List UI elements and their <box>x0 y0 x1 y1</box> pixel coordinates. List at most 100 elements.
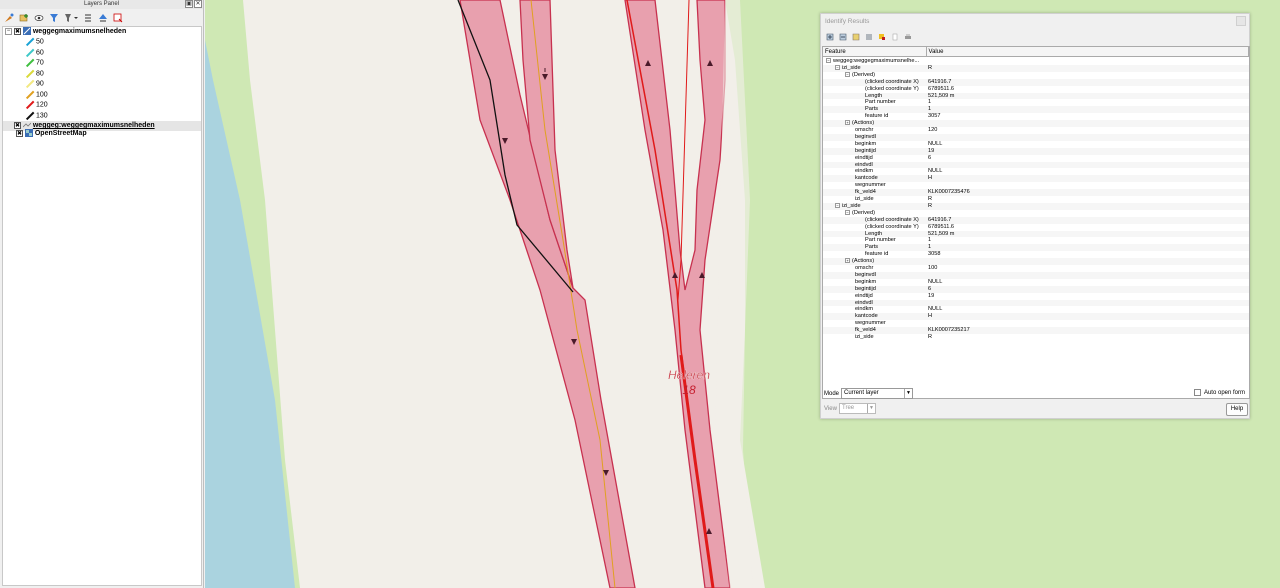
auto-open-form-checkbox[interactable]: Auto open form <box>1193 389 1245 397</box>
attribute-row[interactable]: omschr 120 <box>823 127 1249 134</box>
visibility-icon[interactable] <box>34 13 44 23</box>
collapse-tree-icon[interactable] <box>839 33 847 41</box>
derived-attribute-row[interactable]: (clicked coordinate X) 641916.7 <box>823 216 1249 224</box>
derived-attribute-row[interactable]: Part number 1 <box>823 99 1249 106</box>
attribute-row[interactable]: wegnummer <box>823 182 1249 189</box>
attribute-row[interactable]: begintijd 6 <box>823 285 1249 293</box>
attribute-row[interactable]: izi_side R <box>823 334 1249 341</box>
layer-visibility-checkbox[interactable] <box>13 121 21 131</box>
feature-text: izi_side <box>855 334 874 340</box>
remove-layer-icon[interactable] <box>113 13 123 23</box>
chevron-down-icon: ▼ <box>904 389 912 398</box>
attribute-row[interactable]: beginkm NULL <box>823 279 1249 286</box>
collapse-icon[interactable]: − <box>835 202 840 208</box>
collapse-all-icon[interactable] <box>98 13 108 23</box>
expand-icon[interactable]: + <box>845 258 850 264</box>
attribute-row[interactable]: omschr 100 <box>823 265 1249 272</box>
expand-new-icon[interactable] <box>852 33 860 41</box>
clear-results-icon[interactable] <box>865 33 873 41</box>
value-cell: H <box>928 313 933 320</box>
derived-attribute-row[interactable]: feature id 3057 <box>823 113 1249 120</box>
feature-text: (clicked coordinate Y) <box>865 223 919 230</box>
derived-group-row[interactable]: − (Derived) <box>823 210 1249 217</box>
attribute-row[interactable]: eindtijd 6 <box>823 155 1249 162</box>
feature-text: (clicked coordinate Y) <box>865 85 919 92</box>
mode-select[interactable]: Current layer ▼ <box>841 388 913 399</box>
layer-item-openstreetmap[interactable]: OpenStreetMap <box>5 129 87 139</box>
collapse-icon[interactable]: − <box>845 209 850 215</box>
attribute-row[interactable]: eindkm NULL <box>823 168 1249 175</box>
copy-icon[interactable] <box>891 33 899 41</box>
feature-text: (Derived) <box>852 71 876 78</box>
close-panel-button[interactable]: ✕ <box>194 0 202 8</box>
feature-cell: Length <box>865 231 882 238</box>
highlight-icon[interactable] <box>878 33 886 41</box>
collapse-icon[interactable]: − <box>835 64 840 70</box>
attribute-row[interactable]: kantcode H <box>823 313 1249 321</box>
column-header-value[interactable]: Value <box>927 47 1249 57</box>
derived-attribute-row[interactable]: (clicked coordinate X) 641916.7 <box>823 78 1249 86</box>
layer-visibility-checkbox[interactable] <box>13 27 21 37</box>
attribute-row[interactable]: begintijd 19 <box>823 147 1249 155</box>
add-group-icon[interactable] <box>19 13 29 23</box>
close-button[interactable] <box>1236 16 1246 26</box>
derived-attribute-row[interactable]: Parts 1 <box>823 106 1249 114</box>
attribute-row[interactable]: eindvdl <box>823 299 1249 307</box>
feature-cell: eindtijd <box>855 155 873 162</box>
derived-attribute-row[interactable]: feature id 3058 <box>823 251 1249 258</box>
layer-item-weggegmaximumsnelheden[interactable]: − weggegmaximumsnelheden <box>5 27 126 37</box>
filter-legend-icon[interactable] <box>64 13 78 23</box>
attribute-row[interactable]: fk_veld4 KLK0007235476 <box>823 189 1249 196</box>
derived-group-row[interactable]: − (Derived) <box>823 72 1249 79</box>
derived-attribute-row[interactable]: Part number 1 <box>823 237 1249 244</box>
view-select[interactable]: Tree ▼ <box>839 403 876 414</box>
line-layer-icon <box>22 27 31 36</box>
collapse-icon[interactable]: − <box>845 71 850 77</box>
actions-group-row[interactable]: + (Actions) <box>823 258 1249 265</box>
feature-cell: − izi_side <box>835 65 861 72</box>
feature-cell: fk_veld4 <box>855 189 876 196</box>
attribute-row[interactable]: eindkm NULL <box>823 306 1249 313</box>
layers-tree[interactable]: − weggegmaximumsnelheden 50 60 70 80 90 … <box>2 26 202 586</box>
expand-tree-icon[interactable] <box>826 33 834 41</box>
help-button[interactable]: Help <box>1226 403 1248 416</box>
derived-attribute-row[interactable]: (clicked coordinate Y) 6789511.6 <box>823 224 1249 231</box>
attribute-row[interactable]: eindvdl <box>823 161 1249 169</box>
layer-name: OpenStreetMap <box>34 130 87 137</box>
derived-attribute-row[interactable]: Length 521,509 m <box>823 92 1249 100</box>
attribute-row[interactable]: fk_veld4 KLK0007235217 <box>823 327 1249 334</box>
filter-icon[interactable] <box>49 13 59 23</box>
derived-attribute-row[interactable]: Parts 1 <box>823 244 1249 252</box>
checkbox-box[interactable] <box>1193 389 1201 396</box>
attribute-row[interactable]: beginkm NULL <box>823 141 1249 148</box>
attribute-row[interactable]: eindtijd 19 <box>823 293 1249 300</box>
attribute-row[interactable]: beginvdl <box>823 133 1249 141</box>
float-panel-button[interactable]: ▣ <box>185 0 193 8</box>
results-tree[interactable]: Feature Value − weggeg:weggegmaximumsnelh… <box>822 46 1250 399</box>
layers-panel: Layers Panel ▣ ✕ − weggegmaximumsnelhede… <box>0 0 204 588</box>
auto-open-form-label: Auto open form <box>1203 390 1245 397</box>
attribute-row[interactable]: wegnummer <box>823 320 1249 327</box>
result-layer-row[interactable]: − weggeg:weggegmaximumsnelhe... <box>823 58 1249 65</box>
feature-text: begintijd <box>855 285 876 292</box>
expand-all-icon[interactable] <box>83 13 93 23</box>
derived-attribute-row[interactable]: (clicked coordinate Y) 6789511.6 <box>823 86 1249 93</box>
legend-label: 100 <box>35 90 48 98</box>
attribute-row[interactable]: kantcode H <box>823 175 1249 183</box>
feature-text: beginvdl <box>855 271 876 278</box>
result-feature-row[interactable]: − izi_side R <box>823 64 1249 72</box>
print-icon[interactable] <box>904 33 912 41</box>
style-icon[interactable] <box>4 13 14 23</box>
derived-attribute-row[interactable]: Length 521,509 m <box>823 230 1249 238</box>
attribute-row[interactable]: izi_side R <box>823 196 1249 203</box>
attribute-row[interactable]: beginvdl <box>823 271 1249 279</box>
result-feature-row[interactable]: − izi_side R <box>823 202 1249 210</box>
collapse-icon[interactable]: − <box>826 58 831 64</box>
actions-group-row[interactable]: + (Actions) <box>823 120 1249 127</box>
layer-visibility-checkbox[interactable] <box>15 129 23 139</box>
expand-icon[interactable]: + <box>845 120 850 126</box>
feature-cell: begintijd <box>855 286 876 293</box>
column-header-feature[interactable]: Feature <box>823 47 927 57</box>
identify-bottom-bar: Mode Current layer ▼ Auto open form View… <box>821 385 1251 419</box>
collapse-toggle[interactable]: − <box>5 27 12 35</box>
